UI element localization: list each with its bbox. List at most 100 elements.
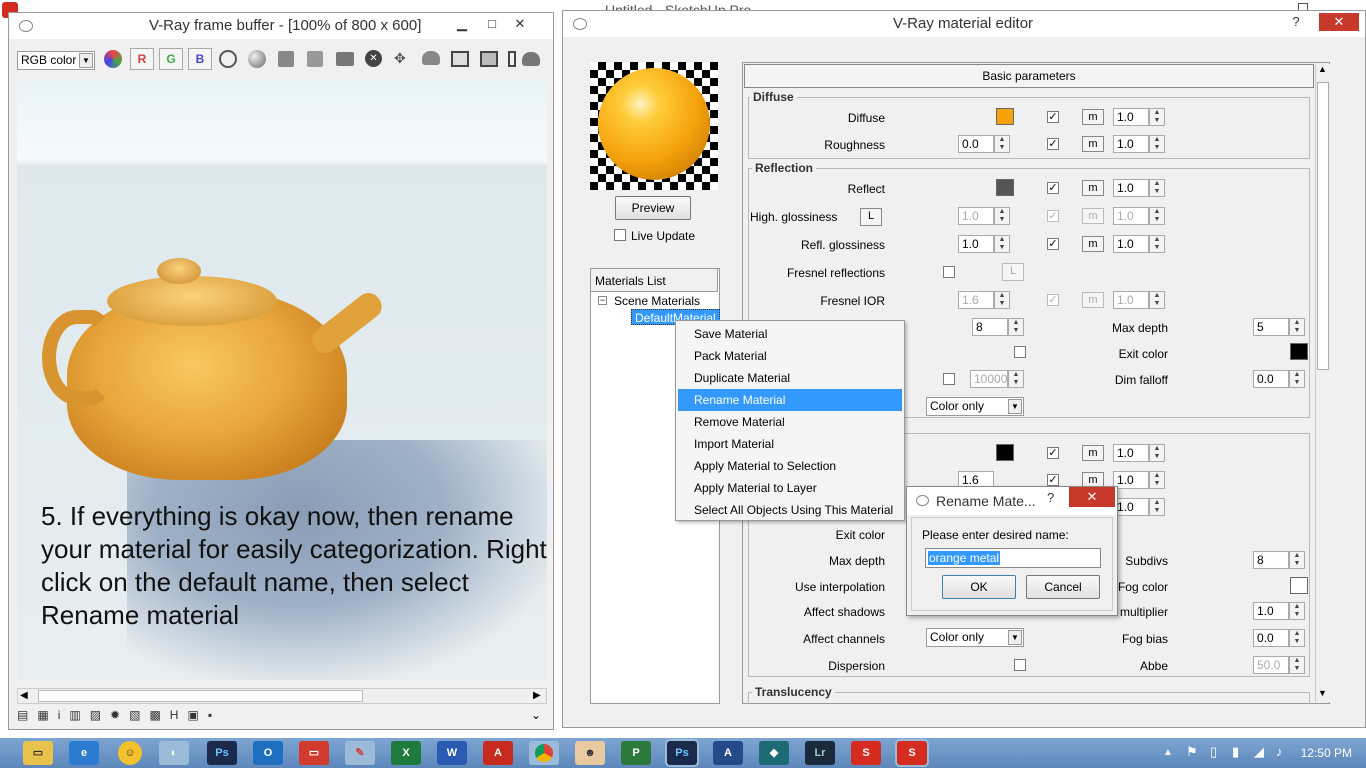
photoshop-icon[interactable]: Ps (207, 741, 237, 765)
maximize-button[interactable]: □ (479, 15, 505, 33)
excel-icon[interactable]: X (391, 741, 421, 765)
grid-icon[interactable]: ▪ (208, 708, 221, 722)
help-button[interactable]: ? (1283, 13, 1309, 31)
scroll-up-icon[interactable]: ▲ (1318, 64, 1327, 74)
render-teapot-icon[interactable] (522, 52, 540, 66)
refl-glossiness-checkbox[interactable]: ✓ (1047, 238, 1059, 250)
character-app-icon[interactable]: ☻ (575, 741, 605, 765)
paint-icon[interactable]: ✎ (345, 741, 375, 765)
lut-icon[interactable]: ▩ (149, 708, 169, 722)
menu-item-save-material[interactable]: Save Material (678, 323, 902, 345)
exit-color-swatch[interactable] (1290, 343, 1308, 360)
fog-bias-field[interactable]: 0.0 (1253, 629, 1289, 647)
taskbar-clock[interactable]: 12:50 PM (1292, 746, 1352, 760)
save-all-icon[interactable] (307, 51, 323, 67)
menu-item-pack-material[interactable]: Pack Material (678, 345, 902, 367)
photo-viewer-icon[interactable]: ◐ (159, 741, 189, 765)
roughness-spinner[interactable]: ▲ ▼ (994, 135, 1010, 153)
reflect-color-swatch[interactable] (996, 179, 1014, 196)
ior-checkbox[interactable]: ✓ (1047, 474, 1059, 486)
color-channels-icon[interactable] (104, 50, 122, 68)
alpha-circle-icon[interactable] (219, 50, 237, 68)
i-info-icon[interactable]: i (58, 708, 70, 722)
roughness-field[interactable]: 0.0 (958, 135, 994, 153)
menu-item-rename-material[interactable]: Rename Material (678, 389, 902, 411)
diffuse-multiplier-field[interactable]: 1.0 (1113, 108, 1149, 126)
fog-color-swatch[interactable] (1290, 577, 1308, 594)
refract-glossiness-multiplier-field[interactable]: 1.0 (1113, 498, 1149, 516)
tray-battery-icon[interactable]: ▮ (1232, 744, 1239, 760)
diffuse-multiplier-spinner[interactable]: ▲ ▼ (1149, 108, 1165, 126)
sketchup-taskbar-icon[interactable]: S (851, 741, 881, 765)
cancel-button[interactable]: Cancel (1026, 575, 1100, 599)
max-depth-field[interactable]: 5 (1253, 318, 1289, 336)
chrome-icon[interactable] (529, 741, 559, 765)
tray-no-network-icon[interactable]: ⚑ (1186, 744, 1198, 760)
outlook-icon[interactable]: O (253, 741, 283, 765)
tray-volume-icon[interactable]: ♪ (1276, 744, 1283, 759)
lightroom-icon[interactable]: Lr (805, 741, 835, 765)
word-icon[interactable]: W (437, 741, 467, 765)
stats-icon[interactable]: ▤ (17, 708, 37, 722)
menu-item-select-all-objects[interactable]: Select All Objects Using This Material (678, 499, 902, 521)
refl-glossiness-multiplier-field[interactable]: 1.0 (1113, 235, 1149, 253)
green-channel-button[interactable]: G (159, 48, 183, 70)
tray-phone-icon[interactable]: ▯ (1210, 744, 1217, 760)
minimize-button[interactable]: ▁ (449, 15, 475, 33)
tray-show-hidden-icon[interactable]: ▲ (1163, 747, 1173, 758)
use-interpolation-checkbox[interactable] (1014, 346, 1026, 358)
reflection-subdivs-field[interactable]: 8 (972, 318, 1008, 336)
scroll-right-icon[interactable]: ▶ (533, 690, 541, 701)
horizontal-scrollbar[interactable]: ◀ ▶ (17, 688, 547, 704)
roughness-multiplier-field[interactable]: 1.0 (1113, 135, 1149, 153)
vertical-scrollbar[interactable]: ▲ ▼ (1315, 64, 1330, 702)
ior-multiplier-spinner[interactable]: ▲ ▼ (1149, 471, 1165, 489)
save-image-icon[interactable] (278, 51, 294, 67)
curve-icon[interactable]: ▨ (90, 708, 110, 722)
high-glossiness-lock-button[interactable]: L (860, 208, 882, 226)
photoshop-active-icon[interactable]: Ps (667, 741, 697, 765)
fog-bias-spinner[interactable]: ▲ ▼ (1289, 629, 1305, 647)
refract-map-button[interactable]: m (1082, 445, 1104, 461)
teapot-render-icon[interactable] (422, 51, 440, 65)
internet-explorer-icon[interactable]: e (69, 741, 99, 765)
refl-glossiness-map-button[interactable]: m (1082, 236, 1104, 252)
refl-glossiness-spinner[interactable]: ▲ ▼ (994, 235, 1010, 253)
fog-multiplier-field[interactable]: 1.0 (1253, 602, 1289, 620)
scroll-down-icon[interactable]: ▼ (1318, 688, 1327, 698)
roughness-checkbox[interactable]: ✓ (1047, 138, 1059, 150)
levels-icon[interactable]: ▥ (69, 708, 89, 722)
reflect-multiplier-field[interactable]: 1.0 (1113, 179, 1149, 197)
sketchup-active-icon[interactable]: S (897, 741, 927, 765)
red-channel-button[interactable]: R (130, 48, 154, 70)
refl-glossiness-multiplier-spinner[interactable]: ▲ ▼ (1149, 235, 1165, 253)
dispersion-checkbox[interactable] (1014, 659, 1026, 671)
mono-sphere-icon[interactable] (248, 50, 266, 68)
live-update-checkbox[interactable] (614, 229, 626, 241)
refraction-affect-channels-select[interactable]: Color only ▼ (926, 628, 1024, 647)
lens-effects-icon[interactable] (508, 51, 516, 67)
refract-multiplier-spinner[interactable]: ▲ ▼ (1149, 444, 1165, 462)
dim-falloff-spinner[interactable]: ▲ ▼ (1289, 370, 1305, 388)
refract-color-swatch[interactable] (996, 444, 1014, 461)
tree-collapse-icon[interactable]: − (598, 296, 607, 305)
channel-select[interactable]: RGB color ▼ (17, 51, 95, 70)
project-icon[interactable]: P (621, 741, 651, 765)
dim-falloff-field[interactable]: 0.0 (1253, 370, 1289, 388)
rename-help-button[interactable]: ? (1047, 490, 1054, 505)
menu-item-remove-material[interactable]: Remove Material (678, 411, 902, 433)
rename-name-input[interactable]: orange metal (925, 548, 1101, 568)
exposure-icon[interactable]: ▧ (129, 708, 149, 722)
tray-signal-icon[interactable]: ◢ (1254, 744, 1264, 760)
settings-icon[interactable]: ✹ (110, 708, 129, 722)
refl-glossiness-field[interactable]: 1.0 (958, 235, 994, 253)
menu-item-import-material[interactable]: Import Material (678, 433, 902, 455)
reflect-multiplier-spinner[interactable]: ▲ ▼ (1149, 179, 1165, 197)
section-header-basic[interactable]: Basic parameters (744, 64, 1314, 88)
dim-distance-checkbox[interactable] (943, 373, 955, 385)
scroll-thumb[interactable] (1317, 82, 1329, 370)
region-render-icon[interactable] (451, 51, 469, 67)
reflect-map-button[interactable]: m (1082, 180, 1104, 196)
menu-item-apply-to-selection[interactable]: Apply Material to Selection (678, 455, 902, 477)
track-mouse-icon[interactable]: ✥ (394, 50, 410, 66)
